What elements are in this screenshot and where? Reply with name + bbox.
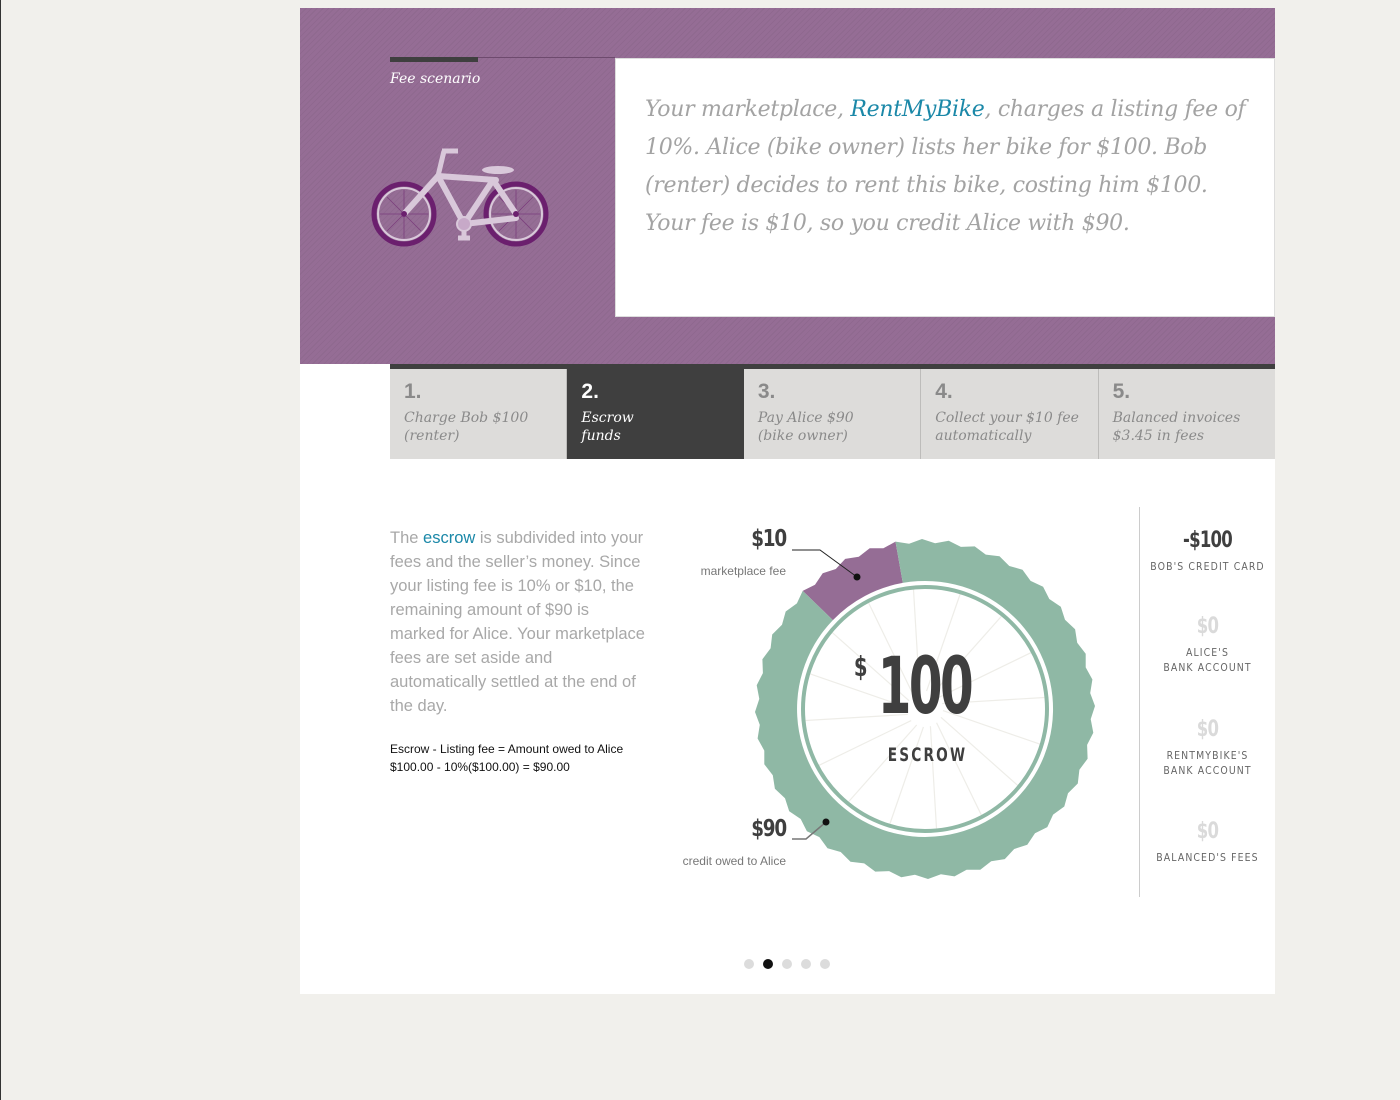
account-name: BALANCED'S FEES <box>1156 851 1259 864</box>
account-bob-credit-card: -$100 BOB'S CREDIT CARD <box>1140 528 1275 574</box>
brand-link[interactable]: RentMyBike <box>850 97 984 122</box>
page-dot-2[interactable] <box>763 959 773 969</box>
step-label: Collect your $10 fee automatically <box>935 410 1079 444</box>
seller-label: credit owed to Alice <box>682 854 786 868</box>
account-balance: $0 <box>1196 819 1219 844</box>
account-balance: $0 <box>1196 614 1219 639</box>
account-rentmybike-bank: $0 RENTMYBIKE'S BANK ACCOUNT <box>1140 717 1275 778</box>
step-tabs: 1. Charge Bob $100 (renter) 2. Escrow fund… <box>390 369 1276 459</box>
formula-line: Escrow - Listing fee = Amount owed to Al… <box>390 742 624 756</box>
hero-tab-marker <box>390 57 478 62</box>
step-label: Pay Alice $90 (bike owner) <box>757 410 854 444</box>
page-dot-3[interactable] <box>782 959 792 969</box>
escrow-total: 100 <box>877 642 974 732</box>
step-number: 4. <box>935 380 953 403</box>
fee-amount: $10 <box>751 526 787 552</box>
section-label: Fee scenario <box>390 71 481 87</box>
explanation-end: is subdivided into your fees and the sel… <box>390 529 645 715</box>
explanation-start: The <box>390 529 424 547</box>
seller-amount: $90 <box>751 816 787 842</box>
page-dot-1[interactable] <box>744 959 754 969</box>
account-name: BOB'S CREDIT CARD <box>1150 560 1265 573</box>
step-label: Charge Bob $100 (renter) <box>404 410 529 444</box>
fee-leader-dot <box>853 573 861 581</box>
bicycle-icon <box>371 148 549 247</box>
intro-panel: Your marketplace, RentMyBike, charges a … <box>615 58 1275 317</box>
step-number: 3. <box>757 380 776 403</box>
step-tab-1[interactable]: 1. Charge Bob $100 (renter) <box>390 369 568 459</box>
escrow-explanation: The escrow is subdivided into your fees … <box>390 526 645 718</box>
step-label: Balanced invoices $3.45 in fees <box>1112 410 1241 444</box>
scenario-card: Fee scenario Your marketplace, RentMyBik… <box>300 8 1276 994</box>
page-dot-4[interactable] <box>801 959 811 969</box>
step-tab-5[interactable]: 5. Balanced invoices $3.45 in fees <box>1098 369 1276 459</box>
step-tab-4[interactable]: 4. Collect your $10 fee automatically <box>921 369 1099 459</box>
account-name: RENTMYBIKE'S BANK ACCOUNT <box>1163 749 1252 777</box>
step-tab-3[interactable]: 3. Pay Alice $90 (bike owner) <box>743 369 922 459</box>
intro-text-start: Your marketplace, <box>645 97 851 122</box>
account-balance: $0 <box>1196 717 1219 742</box>
account-balanced-fees: $0 BALANCED'S FEES <box>1140 819 1275 865</box>
escrow-label: ESCROW <box>887 744 968 766</box>
seller-leader-dot <box>822 818 830 826</box>
step-number: 1. <box>404 380 422 403</box>
escrow-link[interactable]: escrow <box>423 529 475 547</box>
hero-banner: Fee scenario Your marketplace, RentMyBik… <box>300 8 1275 364</box>
fee-label: marketplace fee <box>700 564 786 578</box>
account-name: ALICE'S BANK ACCOUNT <box>1163 646 1252 674</box>
account-alice-bank: $0 ALICE'S BANK ACCOUNT <box>1140 614 1275 675</box>
intro-text: Your marketplace, RentMyBike, charges a … <box>645 91 1255 243</box>
page-dot-5[interactable] <box>820 959 830 969</box>
pagination-dots <box>744 959 830 969</box>
escrow-currency: $ <box>853 650 868 683</box>
step-tab-2[interactable]: 2. Escrow funds <box>567 369 744 459</box>
step-number: 2. <box>581 380 599 403</box>
fee-formula: Escrow - Listing fee = Amount owed to Al… <box>390 740 623 776</box>
step-number: 5. <box>1112 380 1131 403</box>
formula-calculation: $100.00 - 10%($100.00) = $90.00 <box>390 760 570 774</box>
step-label: Escrow funds <box>581 410 634 444</box>
account-balance: -$100 <box>1182 528 1233 553</box>
